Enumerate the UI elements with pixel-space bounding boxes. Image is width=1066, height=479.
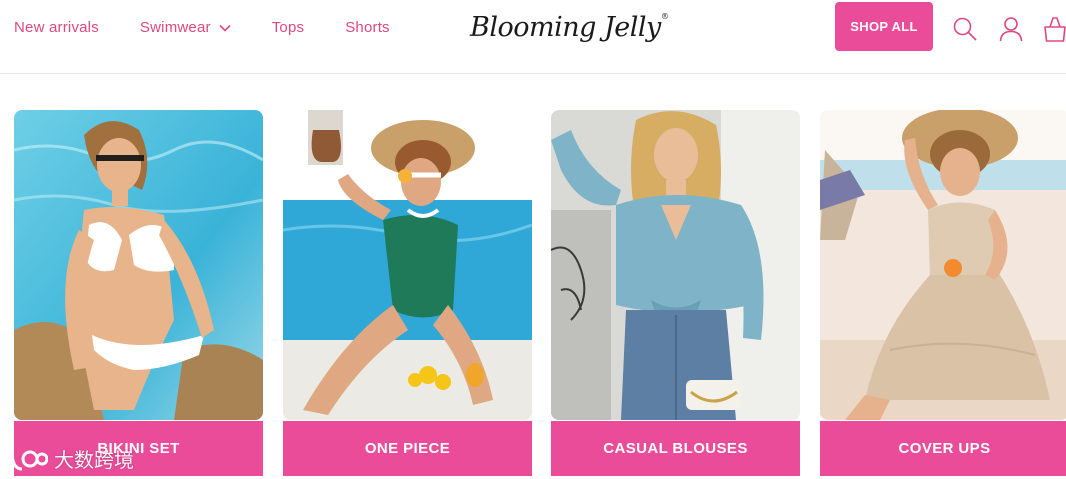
registered-mark: ® bbox=[660, 12, 669, 21]
account-icon bbox=[999, 17, 1023, 42]
category-photo bbox=[820, 110, 1066, 420]
category-photo bbox=[283, 110, 532, 420]
category-card-one-piece[interactable]: ONE PIECE bbox=[283, 110, 532, 476]
nav-shorts[interactable]: Shorts bbox=[345, 19, 390, 36]
search-button[interactable] bbox=[951, 15, 979, 43]
category-photo bbox=[551, 110, 800, 420]
account-button[interactable] bbox=[997, 15, 1025, 43]
blouse-model-image bbox=[551, 110, 800, 420]
bikini-model-image bbox=[14, 110, 263, 420]
shop-all-button[interactable]: SHOP ALL bbox=[835, 2, 933, 51]
nav-shorts-label: Shorts bbox=[345, 19, 390, 36]
watermark-text: 大数跨境 bbox=[54, 448, 134, 472]
watermark-logo-icon bbox=[10, 450, 48, 470]
brand-logo[interactable]: Blooming Jelly® bbox=[470, 12, 669, 43]
site-header: New arrivals Swimwear Tops Shorts Bloomi… bbox=[0, 0, 1066, 74]
one-piece-model-image bbox=[283, 110, 532, 420]
main-nav: New arrivals Swimwear Tops Shorts bbox=[14, 19, 390, 36]
watermark: 大数跨境 bbox=[8, 444, 134, 473]
brand-name: Blooming Jelly bbox=[470, 12, 661, 43]
nav-swimwear[interactable]: Swimwear bbox=[140, 19, 231, 36]
nav-tops-label: Tops bbox=[271, 19, 305, 36]
nav-tops[interactable]: Tops bbox=[272, 19, 305, 36]
category-card-cover-ups[interactable]: COVER UPS bbox=[820, 110, 1066, 476]
nav-new-arrivals[interactable]: New arrivals bbox=[14, 19, 99, 36]
category-card-bikini-set[interactable]: BIKINI SET bbox=[14, 110, 263, 476]
nav-new-arrivals-label: New arrivals bbox=[14, 19, 99, 36]
category-label: ONE PIECE bbox=[283, 421, 532, 476]
category-label: COVER UPS bbox=[820, 421, 1066, 476]
cart-icon bbox=[1044, 17, 1066, 42]
category-card-casual-blouses[interactable]: CASUAL BLOUSES bbox=[551, 110, 800, 476]
cover-up-model-image bbox=[820, 110, 1066, 420]
chevron-down-icon bbox=[219, 24, 231, 32]
category-photo bbox=[14, 110, 263, 420]
nav-swimwear-label: Swimwear bbox=[139, 19, 211, 36]
search-icon bbox=[953, 17, 977, 41]
cart-button[interactable] bbox=[1041, 15, 1066, 43]
category-label: CASUAL BLOUSES bbox=[551, 421, 800, 476]
